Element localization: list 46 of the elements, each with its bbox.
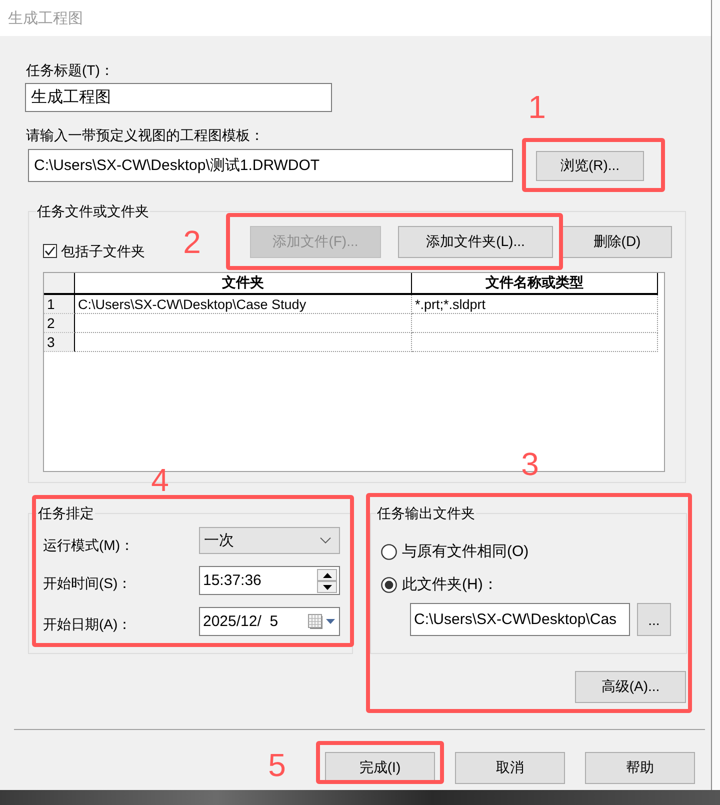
file-action-button[interactable]: 添加文件夹(L)... xyxy=(398,226,553,258)
field-label: 开始时间(S)： xyxy=(43,574,133,592)
field-label: 任务标题(T)： xyxy=(26,61,114,79)
triangle-up-icon xyxy=(322,572,332,578)
triangle-down-icon xyxy=(322,584,332,590)
table-header-cell: 文件名称或类型 xyxy=(412,273,658,295)
calendar-dropdown-button[interactable] xyxy=(307,611,336,632)
chevron-down-icon xyxy=(320,537,331,544)
radio-icon[interactable] xyxy=(381,544,397,560)
callout-number: 5 xyxy=(268,749,286,781)
folder-picker-button[interactable]: ... xyxy=(637,603,671,636)
table-cell: *.prt;*.sldprt xyxy=(412,295,658,314)
spin-up-button[interactable] xyxy=(317,569,337,581)
browse-button[interactable]: 浏览(R)... xyxy=(536,150,644,180)
radio-option[interactable]: 与原有文件相同(O) xyxy=(381,543,686,561)
radio-icon[interactable] xyxy=(381,577,397,593)
table-cell: C:\Users\SX-CW\Desktop\Case Study xyxy=(75,295,412,314)
group-title: 任务输出文件夹 xyxy=(376,504,476,522)
table-corner-cell xyxy=(44,273,75,295)
template-path-field[interactable]: C:\Users\SX-CW\Desktop\测试1.DRWDOT xyxy=(28,149,513,182)
row-number-cell: 1 xyxy=(44,295,75,314)
group-title: 任务排定 xyxy=(37,504,95,522)
spin-down-button[interactable] xyxy=(317,581,337,593)
date-field[interactable]: 2025/12/ 5 xyxy=(199,607,340,636)
output-folder-field[interactable]: C:\Users\SX-CW\Desktop\Cas xyxy=(410,603,630,636)
callout-number: 2 xyxy=(183,226,201,258)
task-title-field[interactable]: 生成工程图 xyxy=(25,83,332,112)
row-number-cell: 3 xyxy=(44,333,75,352)
run-mode-dropdown[interactable]: 一次 xyxy=(199,527,340,554)
group-title: 任务文件或文件夹 xyxy=(36,202,150,220)
advanced-button[interactable]: 高级(A)... xyxy=(575,671,686,703)
dialog-button[interactable]: 取消 xyxy=(455,752,565,784)
callout-number: 4 xyxy=(151,464,169,496)
window-title: 生成工程图 xyxy=(8,8,83,28)
field-label: 开始日期(A)： xyxy=(43,614,133,632)
checkbox-icon[interactable] xyxy=(43,244,57,258)
file-action-button[interactable]: 删除(D) xyxy=(562,226,672,258)
radio-option[interactable]: 此文件夹(H)： xyxy=(381,576,686,594)
table-header-cell: 文件夹 xyxy=(75,273,412,295)
dialog-button[interactable]: 帮助 xyxy=(585,752,695,784)
caret-down-icon xyxy=(326,619,335,624)
callout-number: 1 xyxy=(528,91,546,123)
field-label: 运行模式(M)： xyxy=(43,536,135,554)
row-number-cell: 2 xyxy=(44,314,75,333)
field-label: 请输入一带预定义视图的工程图模板： xyxy=(26,126,264,144)
calendar-icon xyxy=(308,614,323,629)
